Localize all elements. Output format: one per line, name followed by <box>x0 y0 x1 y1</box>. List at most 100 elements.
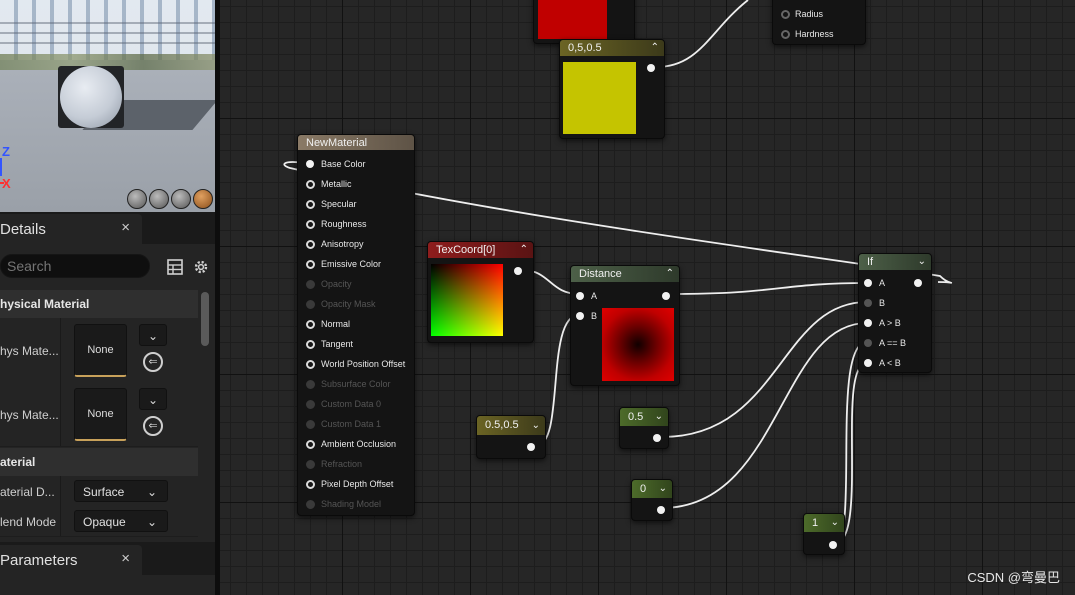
output-pin[interactable] <box>914 279 922 287</box>
output-pin[interactable] <box>514 267 522 275</box>
material-input-pin[interactable]: Emissive Color <box>306 258 381 270</box>
gear-icon[interactable] <box>192 258 210 276</box>
pin-dot[interactable] <box>306 160 314 168</box>
pin-dot[interactable] <box>306 500 315 509</box>
if-input-pin[interactable]: B <box>864 297 885 309</box>
material-input-pin[interactable]: Base Color <box>306 158 366 170</box>
material-output-node[interactable]: NewMaterial Base Color Metallic Specular Ro… <box>297 134 415 516</box>
material-input-pin[interactable]: Subsurface Color <box>306 378 391 390</box>
details-scrollbar[interactable] <box>201 292 209 346</box>
chevron-down-icon[interactable]: ⌄ <box>831 514 839 532</box>
pin-dot[interactable] <box>306 420 315 429</box>
pin-dot[interactable] <box>864 299 872 307</box>
pin-dot[interactable] <box>306 460 315 469</box>
constant-0-node[interactable]: 0 ⌄ <box>631 479 673 521</box>
output-pin[interactable] <box>657 506 665 514</box>
use-selected-icon[interactable]: ⇐ <box>143 352 163 372</box>
constant-05-node[interactable]: 0.5 ⌄ <box>619 407 669 449</box>
if-input-pin[interactable]: A < B <box>864 357 901 369</box>
pin-dot[interactable] <box>306 340 315 349</box>
output-pin[interactable] <box>829 541 837 549</box>
pin-dot[interactable] <box>306 280 315 289</box>
pin-dot[interactable] <box>306 480 315 489</box>
material-input-pin[interactable]: Custom Data 0 <box>306 398 381 410</box>
pin-radius[interactable]: Radius <box>781 8 823 20</box>
pin-dot[interactable] <box>781 10 790 19</box>
pin-dot[interactable] <box>306 400 315 409</box>
if-node[interactable]: If ⌄ AB A > B A == B A < B <box>858 253 932 373</box>
blend-mode-select[interactable]: Opaque ⌄ <box>74 510 168 532</box>
node-title[interactable]: If ⌄ <box>859 254 931 270</box>
material-input-pin[interactable]: Anisotropy <box>306 238 364 250</box>
if-input-pin[interactable]: A == B <box>864 337 906 349</box>
sphere-preview-icon[interactable] <box>149 189 169 209</box>
use-selected-icon[interactable]: ⇐ <box>143 416 163 436</box>
output-pin[interactable] <box>662 292 670 300</box>
node-title[interactable]: 0 ⌄ <box>632 480 672 498</box>
chevron-down-icon[interactable]: ⌄ <box>659 480 667 498</box>
pin-a[interactable]: A <box>576 290 597 302</box>
tab-parameters[interactable]: Parameters × <box>0 545 142 575</box>
material-input-pin[interactable]: Ambient Occlusion <box>306 438 396 450</box>
table-view-icon[interactable] <box>166 258 184 276</box>
pin-dot[interactable] <box>781 30 790 39</box>
constant2-node-top[interactable]: 0,5,0.5 ⌃ <box>559 39 665 139</box>
material-input-pin[interactable]: Roughness <box>306 218 367 230</box>
material-graph-canvas[interactable]: Radius Hardness 0,5,0.5 ⌃ NewMaterial Ba… <box>220 0 1075 595</box>
material-input-pin[interactable]: Specular <box>306 198 357 210</box>
plane-preview-icon[interactable] <box>171 189 191 209</box>
physical-material-section[interactable]: hysical Material <box>0 290 198 318</box>
material-input-pin[interactable]: Opacity <box>306 278 352 290</box>
pin-hardness[interactable]: Hardness <box>781 28 834 40</box>
node-title[interactable]: 0.5 ⌄ <box>620 408 668 426</box>
chevron-down-icon[interactable]: ⌄ <box>139 388 167 410</box>
cylinder-preview-icon[interactable] <box>127 189 147 209</box>
close-icon[interactable]: × <box>121 219 130 236</box>
node-title[interactable]: 0.5,0.5 ⌄ <box>477 416 545 435</box>
pin-dot[interactable] <box>306 360 315 369</box>
pin-dot[interactable] <box>576 292 584 300</box>
pin-dot[interactable] <box>864 339 872 347</box>
material-input-pin[interactable]: Opacity Mask <box>306 298 376 310</box>
chevron-up-icon[interactable]: ⌃ <box>651 40 659 56</box>
constant2-node-bottom[interactable]: 0.5,0.5 ⌄ <box>476 415 546 459</box>
pin-dot[interactable] <box>576 312 584 320</box>
pin-dot[interactable] <box>306 200 315 209</box>
material-input-pin[interactable]: World Position Offset <box>306 358 405 370</box>
constant-1-node[interactable]: 1 ⌄ <box>803 513 845 555</box>
tab-details[interactable]: Details × <box>0 214 142 244</box>
chevron-up-icon[interactable]: ⌃ <box>666 266 674 282</box>
material-input-pin[interactable]: Shading Model <box>306 498 381 510</box>
material-domain-select[interactable]: Surface ⌄ <box>74 480 168 502</box>
cube-preview-icon[interactable] <box>193 189 213 209</box>
material-input-pin[interactable]: Tangent <box>306 338 353 350</box>
pin-dot[interactable] <box>306 240 315 249</box>
texcoord-node[interactable]: TexCoord[0] ⌃ <box>427 241 534 343</box>
chevron-down-icon[interactable]: ⌄ <box>532 416 540 435</box>
node-title[interactable]: 1 ⌄ <box>804 514 844 532</box>
pin-dot[interactable] <box>306 380 315 389</box>
pin-dot[interactable] <box>306 320 315 329</box>
pin-dot[interactable] <box>306 180 315 189</box>
material-input-pin[interactable]: Custom Data 1 <box>306 418 381 430</box>
node-title[interactable]: TexCoord[0] ⌃ <box>428 242 533 258</box>
chevron-up-icon[interactable]: ⌃ <box>520 242 528 258</box>
pin-dot[interactable] <box>864 279 872 287</box>
output-pin[interactable] <box>647 64 655 72</box>
distance-node[interactable]: Distance ⌃ A B <box>570 265 680 386</box>
if-input-pin[interactable]: A > B <box>864 317 901 329</box>
chevron-down-icon[interactable]: ⌄ <box>918 254 926 270</box>
pin-dot[interactable] <box>864 359 872 367</box>
close-icon[interactable]: × <box>121 550 130 567</box>
chevron-down-icon[interactable]: ⌄ <box>139 324 167 346</box>
phys-material-asset-2[interactable]: None <box>74 388 127 441</box>
pin-dot[interactable] <box>306 260 315 269</box>
node-title[interactable]: NewMaterial <box>298 135 414 150</box>
material-input-pin[interactable]: Normal <box>306 318 350 330</box>
output-pin[interactable] <box>653 434 661 442</box>
chevron-down-icon[interactable]: ⌄ <box>655 408 663 426</box>
search-input[interactable] <box>0 254 150 278</box>
node-title[interactable]: Distance ⌃ <box>571 266 679 282</box>
partial-radial-node[interactable]: Radius Hardness <box>772 0 866 45</box>
if-input-pin[interactable]: A <box>864 277 885 289</box>
